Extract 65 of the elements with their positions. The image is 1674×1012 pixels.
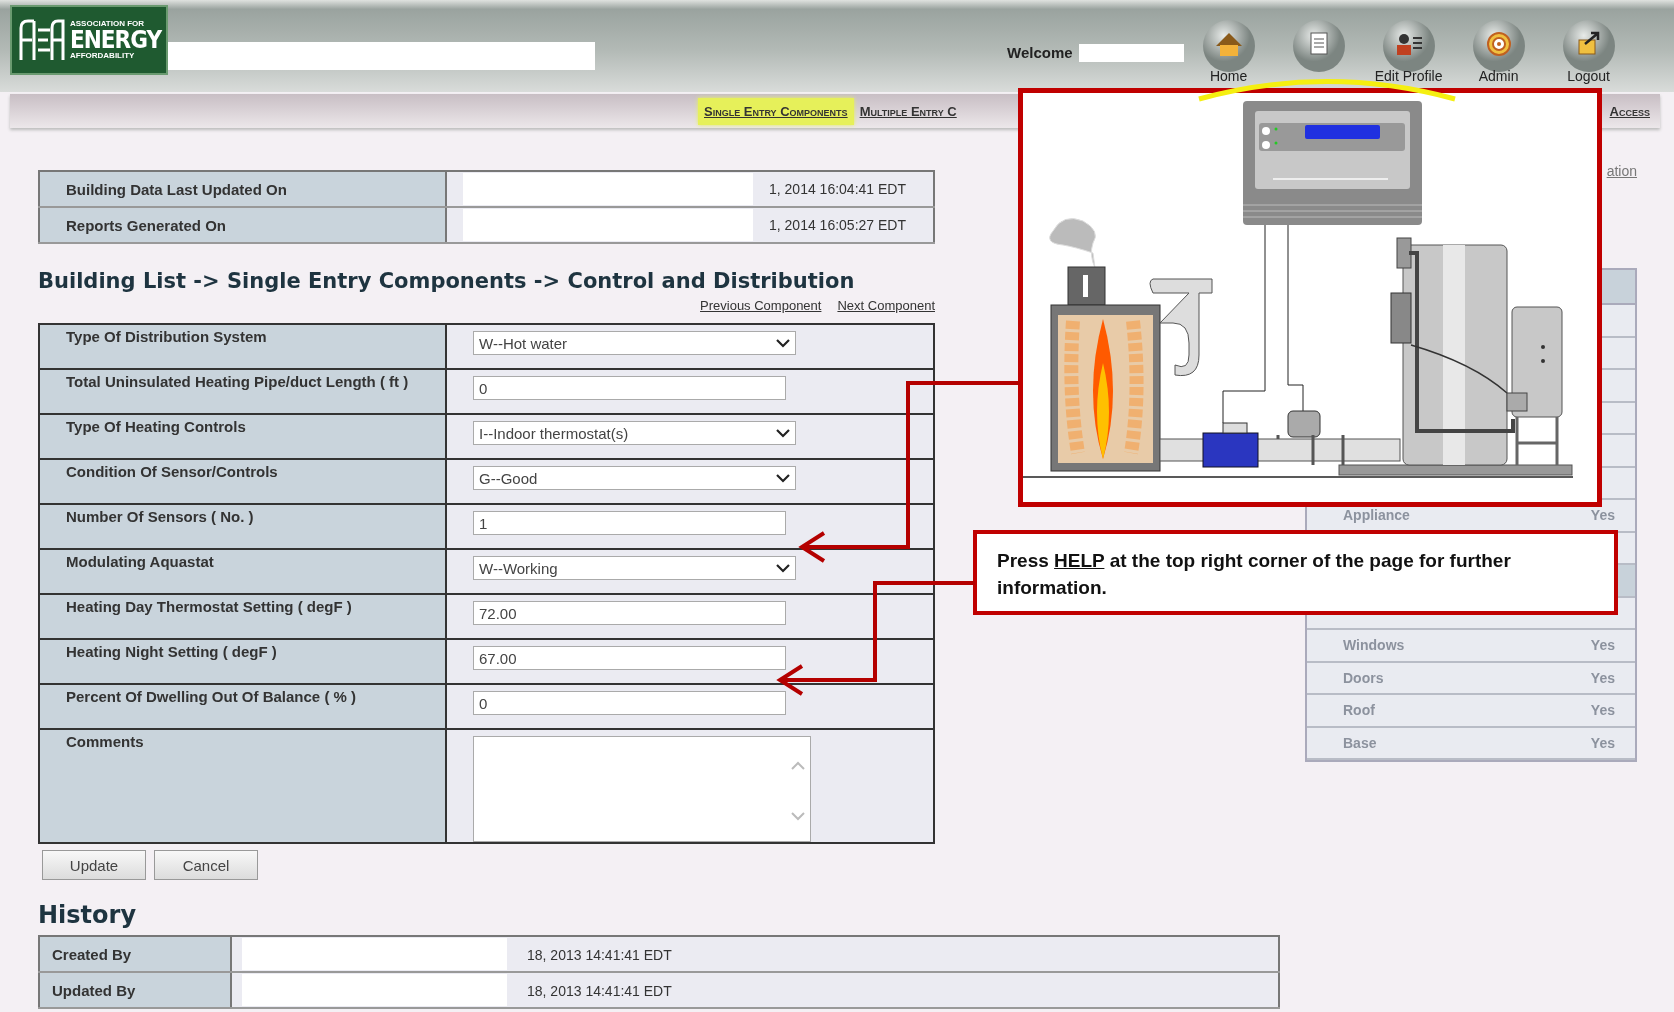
field-label: Percent Of Dwelling Out Of Balance ( % ) bbox=[39, 684, 446, 729]
field-label: Type Of Heating Controls bbox=[39, 414, 446, 459]
input-field[interactable]: 67.00 bbox=[473, 646, 786, 670]
chevron-icon bbox=[776, 338, 790, 348]
row-value: Yes bbox=[1590, 702, 1615, 719]
field-label: Modulating Aquastat bbox=[39, 549, 446, 594]
help-note-tooltip: Press HELP at the top right corner of the page for further information. bbox=[973, 530, 1618, 615]
logo-text: ASSOCIATION FOR bbox=[70, 20, 146, 28]
logo-mark-icon bbox=[18, 18, 66, 62]
comments-field[interactable] bbox=[473, 736, 811, 842]
field-label: Total Uninsulated Heating Pipe/duct Length ( ft ) bbox=[39, 369, 446, 414]
component-link[interactable]: Next Component bbox=[837, 298, 935, 313]
history-label: Updated By bbox=[39, 972, 231, 1008]
history-value: 18, 2013 14:41:41 EDT bbox=[527, 982, 672, 999]
chevron-icon bbox=[776, 563, 790, 573]
field-label: Heating Night Setting ( degF ) bbox=[39, 639, 446, 684]
nav-button[interactable]: Admin bbox=[1453, 18, 1544, 84]
row-label: Windows bbox=[1343, 637, 1405, 654]
field-label: Number Of Sensors ( No. ) bbox=[39, 504, 446, 549]
nav-button[interactable]: Logout bbox=[1543, 18, 1634, 84]
scroll-down-icon bbox=[791, 811, 805, 821]
menu-link[interactable]: Access bbox=[1603, 97, 1656, 125]
input-field[interactable]: 0 bbox=[473, 376, 786, 400]
dropdown[interactable]: W--Working bbox=[473, 556, 796, 580]
dropdown[interactable]: W--Hot water bbox=[473, 331, 796, 355]
input-field[interactable]: 0 bbox=[473, 691, 786, 715]
logo-text: ENERGY bbox=[70, 28, 162, 52]
info-label: Building Data Last Updated On bbox=[39, 171, 446, 207]
scroll-up-icon bbox=[791, 761, 805, 771]
field-label: Heating Day Thermostat Setting ( degF ) bbox=[39, 594, 446, 639]
menu-link[interactable]: Multiple Entry C bbox=[853, 97, 963, 125]
field-label: Condition Of Sensor/Controls bbox=[39, 459, 446, 504]
info-value: 1, 2014 16:05:27 EDT bbox=[769, 217, 906, 233]
field-label: Comments bbox=[39, 729, 446, 843]
row-value: Yes bbox=[1590, 669, 1615, 686]
input-field[interactable]: 72.00 bbox=[473, 601, 786, 625]
field-label: Type Of Distribution System bbox=[39, 324, 446, 369]
nav-button[interactable]: Edit Profile bbox=[1363, 18, 1454, 84]
section-title: History bbox=[38, 900, 138, 930]
row-label: Base bbox=[1343, 734, 1377, 751]
logo-text: AFFORDABILITY bbox=[70, 52, 136, 60]
row-value: Yes bbox=[1590, 507, 1615, 524]
info-label: Reports Generated On bbox=[39, 207, 446, 243]
dropdown[interactable]: I--Indoor thermostat(s) bbox=[473, 421, 796, 445]
welcome-label: Welcome bbox=[1007, 44, 1073, 61]
history-value: 18, 2013 14:41:41 EDT bbox=[527, 946, 672, 963]
side-link[interactable]: ation bbox=[1606, 160, 1637, 182]
row-label: Appliance bbox=[1343, 507, 1410, 524]
row-label: Doors bbox=[1343, 669, 1384, 686]
row-label: Roof bbox=[1343, 702, 1375, 719]
page-title: Building List -> Single Entry Components -> Control and Distribution bbox=[38, 268, 856, 295]
header-field[interactable] bbox=[168, 42, 595, 70]
info-value: 1, 2014 16:04:41 EDT bbox=[769, 181, 906, 197]
form-button[interactable]: Update bbox=[42, 850, 146, 880]
input-field[interactable]: 1 bbox=[473, 511, 786, 535]
chevron-icon bbox=[776, 473, 790, 483]
history-label: Created By bbox=[39, 936, 231, 972]
row-value: Yes bbox=[1590, 734, 1615, 751]
row-value: Yes bbox=[1590, 637, 1615, 654]
dropdown[interactable]: G--Good bbox=[473, 466, 796, 490]
nav-button[interactable]: Home bbox=[1183, 18, 1274, 84]
form-button[interactable]: Cancel bbox=[154, 850, 258, 880]
menu-link[interactable]: Single Entry Components bbox=[698, 97, 854, 125]
component-link[interactable]: Previous Component bbox=[700, 298, 822, 313]
chevron-icon bbox=[776, 428, 790, 438]
